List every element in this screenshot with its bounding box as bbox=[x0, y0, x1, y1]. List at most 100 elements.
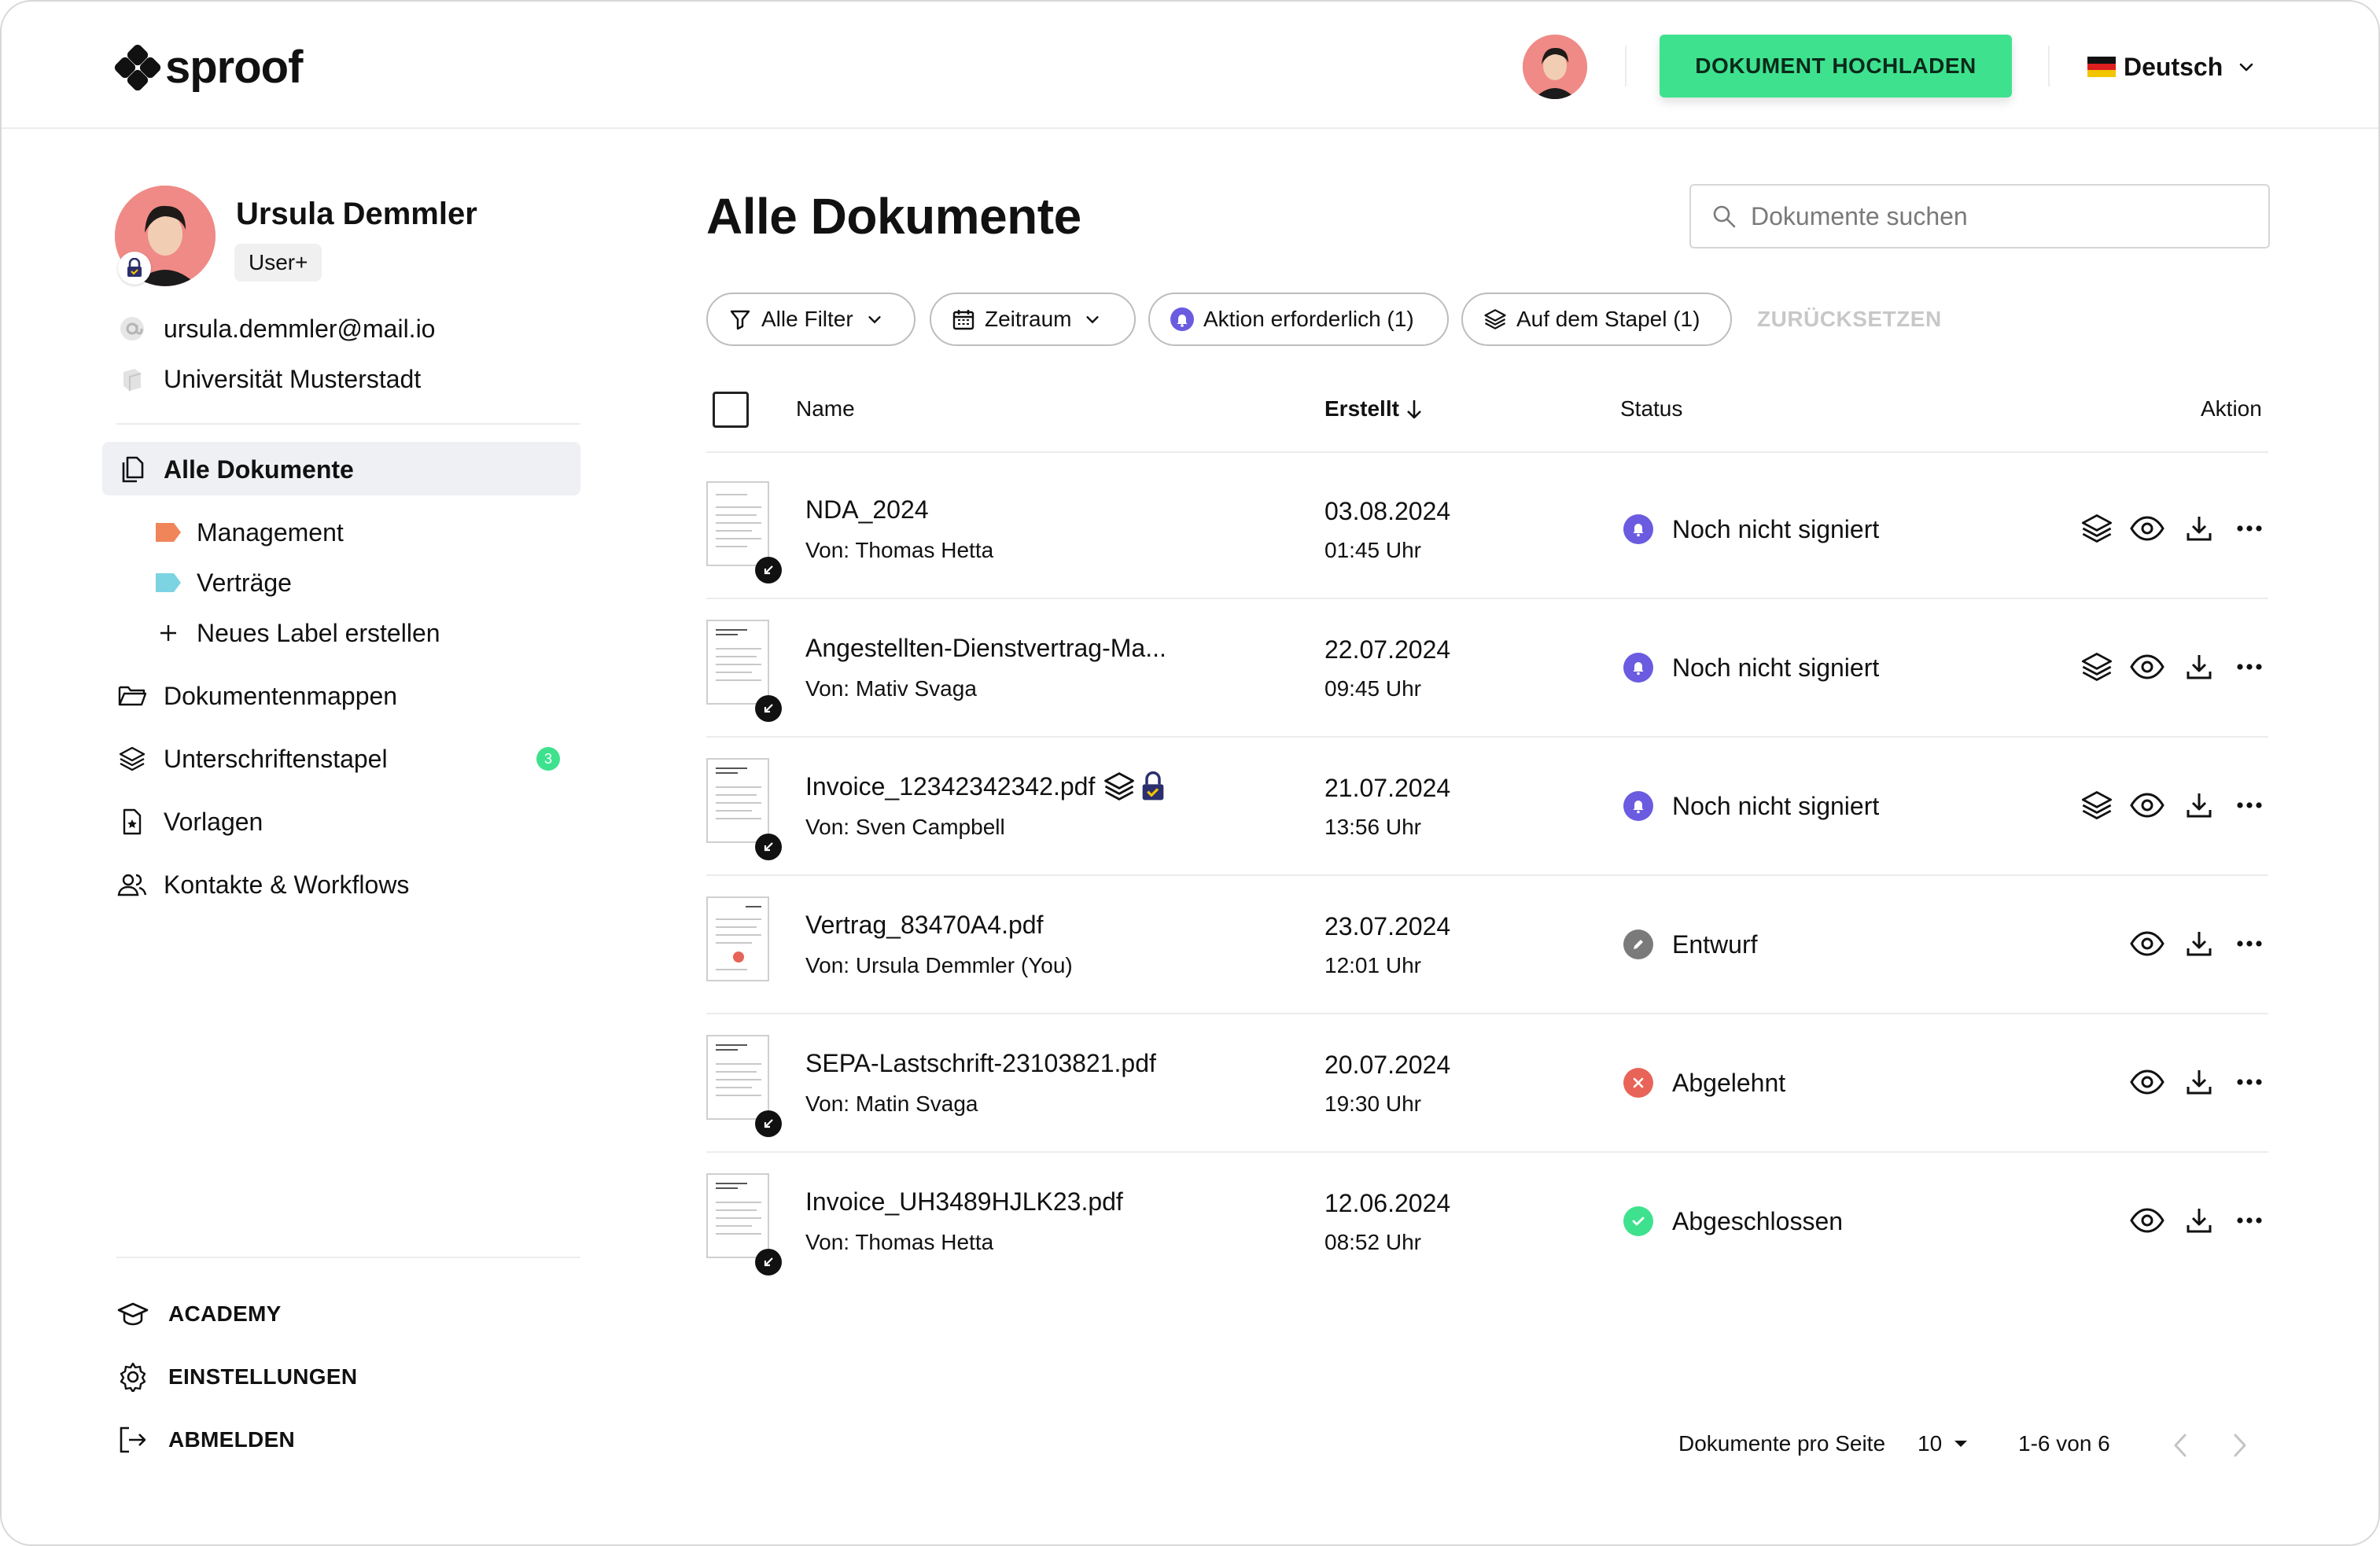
more-options-button[interactable] bbox=[2231, 1063, 2268, 1101]
add-to-stack-button[interactable] bbox=[2078, 648, 2116, 686]
next-page-button[interactable] bbox=[2223, 1428, 2257, 1463]
table-divider bbox=[706, 736, 2268, 738]
incoming-arrow-icon bbox=[755, 1110, 782, 1137]
lock-icon bbox=[1142, 771, 1164, 801]
search-input[interactable] bbox=[1751, 201, 2223, 231]
chip-label: Alle Filter bbox=[761, 307, 853, 331]
sidebar-divider bbox=[116, 423, 580, 425]
download-button[interactable] bbox=[2180, 510, 2218, 547]
incoming-arrow-icon bbox=[755, 1249, 782, 1275]
more-options-button[interactable] bbox=[2231, 648, 2268, 686]
more-options-button[interactable] bbox=[2231, 510, 2268, 547]
organization-icon bbox=[116, 363, 148, 395]
column-header-name[interactable]: Name bbox=[796, 396, 855, 421]
sidebar-label-management[interactable]: Management bbox=[156, 513, 344, 552]
header-divider bbox=[2048, 46, 2050, 87]
search-icon bbox=[1713, 205, 1736, 228]
sidebar-item-label: Kontakte & Workflows bbox=[164, 870, 410, 899]
status-badge: Noch nicht signiert bbox=[1623, 653, 1879, 683]
document-sender: Von: Matin Svaga bbox=[805, 1091, 978, 1116]
view-button[interactable] bbox=[2128, 1202, 2166, 1239]
stack-icon bbox=[1104, 772, 1135, 801]
table-divider bbox=[706, 1151, 2268, 1153]
email-row: ursula.demmler@mail.io bbox=[116, 313, 435, 344]
table-divider bbox=[706, 451, 2268, 453]
reset-filters-button[interactable]: ZURÜCKSETZEN bbox=[1757, 307, 1942, 332]
sidebar-item-folders[interactable]: Dokumentenmappen bbox=[116, 676, 397, 716]
on-stack-chip[interactable]: Auf dem Stapel (1) bbox=[1461, 293, 1732, 346]
status-label: Noch nicht signiert bbox=[1672, 514, 1880, 543]
download-button[interactable] bbox=[2180, 648, 2218, 686]
download-button[interactable] bbox=[2180, 1202, 2218, 1239]
sidebar-item-label: Dokumentenmappen bbox=[164, 681, 398, 710]
graduation-cap-icon bbox=[116, 1298, 149, 1331]
document-time: 13:56 Uhr bbox=[1324, 815, 1421, 839]
download-button[interactable] bbox=[2180, 925, 2218, 963]
column-header-status: Status bbox=[1620, 396, 1683, 421]
search-box[interactable] bbox=[1689, 184, 2270, 248]
add-to-stack-button[interactable] bbox=[2078, 786, 2116, 824]
sidebar-item-logout[interactable]: ABMELDEN bbox=[116, 1420, 295, 1459]
upload-document-button[interactable]: DOKUMENT HOCHLADEN bbox=[1660, 35, 2012, 98]
document-date: 22.07.2024 bbox=[1324, 635, 1451, 664]
create-label-button[interactable]: Neues Label erstellen bbox=[156, 613, 440, 653]
more-options-button[interactable] bbox=[2231, 925, 2268, 963]
document-name[interactable]: Vertrag_83470A4.pdf bbox=[805, 911, 1043, 940]
add-to-stack-button[interactable] bbox=[2078, 510, 2116, 547]
table-divider bbox=[706, 1013, 2268, 1014]
sidebar-item-signature-stack[interactable]: Unterschriftenstapel bbox=[116, 739, 388, 779]
sidebar-item-academy[interactable]: ACADEMY bbox=[116, 1294, 282, 1334]
download-button[interactable] bbox=[2180, 786, 2218, 824]
chip-label: Zeitraum bbox=[985, 307, 1072, 331]
document-sender: Von: Thomas Hetta bbox=[805, 1230, 994, 1254]
document-date: 21.07.2024 bbox=[1324, 774, 1451, 802]
sidebar-label-contracts[interactable]: Verträge bbox=[156, 563, 292, 602]
per-page-label: Dokumente pro Seite bbox=[1678, 1431, 1886, 1456]
column-header-created[interactable]: Erstellt bbox=[1324, 396, 1423, 421]
download-button[interactable] bbox=[2180, 1063, 2218, 1101]
column-header-label: Erstellt bbox=[1324, 396, 1399, 421]
more-options-button[interactable] bbox=[2231, 786, 2268, 824]
all-filters-chip[interactable]: Alle Filter bbox=[706, 293, 916, 346]
more-options-button[interactable] bbox=[2231, 1202, 2268, 1239]
per-page-select[interactable]: 10 bbox=[1918, 1431, 1969, 1456]
incoming-arrow-icon bbox=[755, 834, 782, 860]
profile-name: Ursula Demmler bbox=[236, 197, 477, 231]
tag-icon bbox=[156, 523, 181, 542]
document-name-cell[interactable]: Invoice_12342342342.pdf bbox=[805, 771, 1166, 802]
create-label-text: Neues Label erstellen bbox=[197, 618, 440, 647]
brand-logo[interactable]: sproof bbox=[112, 42, 303, 93]
document-thumbnail bbox=[706, 758, 769, 843]
document-name[interactable]: Angestellten-Dienstvertrag-Ma... bbox=[805, 634, 1166, 663]
view-button[interactable] bbox=[2128, 648, 2166, 686]
profile-organization: Universität Musterstadt bbox=[164, 364, 422, 393]
view-button[interactable] bbox=[2128, 925, 2166, 963]
sidebar-item-contacts[interactable]: Kontakte & Workflows bbox=[116, 865, 409, 904]
documents-icon bbox=[116, 454, 148, 485]
gear-icon bbox=[116, 1360, 149, 1393]
document-name[interactable]: SEPA-Lastschrift-23103821.pdf bbox=[805, 1049, 1156, 1078]
select-all-checkbox[interactable] bbox=[713, 392, 749, 428]
sidebar-item-all-documents[interactable]: Alle Dokumente bbox=[116, 450, 354, 489]
view-button[interactable] bbox=[2128, 786, 2166, 824]
document-thumbnail bbox=[706, 1173, 769, 1258]
bell-icon bbox=[1623, 514, 1653, 544]
view-button[interactable] bbox=[2128, 510, 2166, 547]
status-badge: Abgelehnt bbox=[1623, 1068, 1785, 1098]
document-date: 03.08.2024 bbox=[1324, 497, 1451, 525]
header-avatar[interactable] bbox=[1523, 35, 1587, 99]
previous-page-button[interactable] bbox=[2163, 1428, 2198, 1463]
document-name[interactable]: NDA_2024 bbox=[805, 495, 929, 525]
view-button[interactable] bbox=[2128, 1063, 2166, 1101]
document-name[interactable]: Invoice_UH3489HJLK23.pdf bbox=[805, 1187, 1123, 1217]
document-name: Invoice_12342342342.pdf bbox=[805, 771, 1096, 801]
stack-icon bbox=[116, 743, 148, 775]
language-selector[interactable]: Deutsch bbox=[2087, 47, 2256, 87]
sidebar-item-settings[interactable]: EINSTELLUNGEN bbox=[116, 1357, 357, 1397]
document-sender: Von: Sven Campbell bbox=[805, 815, 1005, 839]
status-badge: Abgeschlossen bbox=[1623, 1206, 1843, 1236]
period-chip[interactable]: Zeitraum bbox=[930, 293, 1136, 346]
action-required-chip[interactable]: Aktion erforderlich (1) bbox=[1148, 293, 1449, 346]
sidebar-item-templates[interactable]: Vorlagen bbox=[116, 802, 263, 841]
brand-name: sproof bbox=[165, 42, 303, 93]
